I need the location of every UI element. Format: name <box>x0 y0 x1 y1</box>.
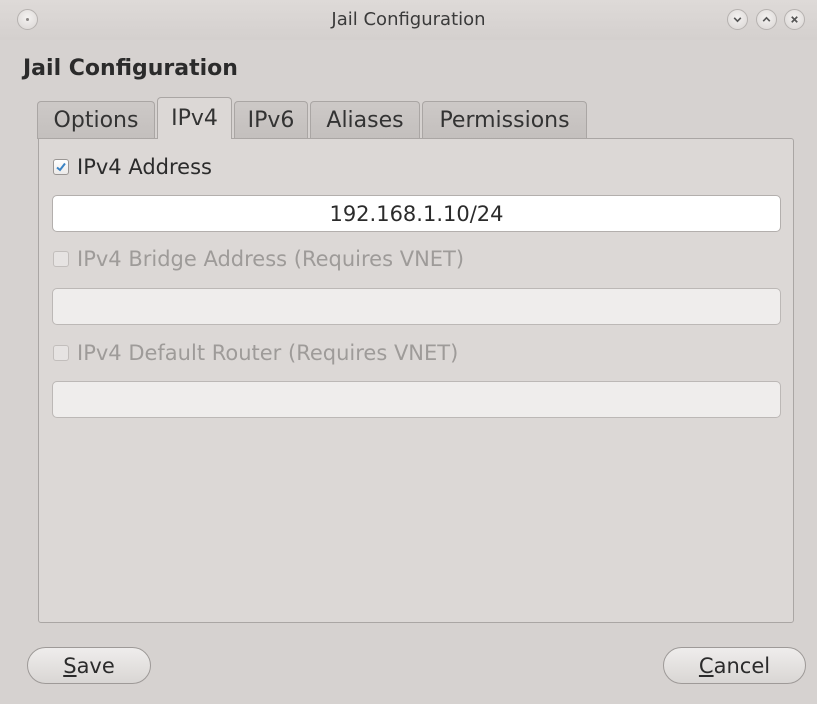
close-icon <box>791 16 798 23</box>
page-title: Jail Configuration <box>23 56 238 81</box>
save-label: ave <box>76 653 115 678</box>
window-title: Jail Configuration <box>331 9 486 30</box>
tab-ipv4[interactable]: IPv4 <box>157 97 232 139</box>
ipv4-address-checkbox-row[interactable]: IPv4 Address <box>53 152 212 182</box>
ipv4-bridge-checkbox[interactable] <box>53 251 69 267</box>
tab-options[interactable]: Options <box>37 101 155 139</box>
chevron-up-icon <box>762 16 771 22</box>
ipv4-address-checkbox[interactable] <box>53 159 69 175</box>
ipv4-router-checkbox-row[interactable]: IPv4 Default Router (Requires VNET) <box>53 338 458 368</box>
tab-ipv6[interactable]: IPv6 <box>234 101 308 139</box>
ipv4-default-router-field[interactable] <box>52 381 781 418</box>
cancel-mnemonic: C <box>698 653 714 678</box>
tab-aliases[interactable]: Aliases <box>310 101 420 139</box>
cancel-label: ancel <box>713 653 771 678</box>
cancel-button[interactable]: Cancel <box>663 647 806 684</box>
save-button[interactable]: Save <box>27 647 151 684</box>
maximize-button[interactable] <box>756 9 777 30</box>
ipv4-bridge-label: IPv4 Bridge Address (Requires VNET) <box>77 247 465 271</box>
close-button[interactable] <box>784 9 805 30</box>
ipv4-bridge-address-field[interactable] <box>52 288 781 325</box>
ipv4-router-label: IPv4 Default Router (Requires VNET) <box>77 341 459 365</box>
tab-permissions[interactable]: Permissions <box>422 101 587 139</box>
checkmark-icon <box>56 162 66 172</box>
ipv4-address-label: IPv4 Address <box>77 155 212 179</box>
ipv4-address-field[interactable] <box>52 195 781 232</box>
save-mnemonic: S <box>63 653 77 678</box>
ipv4-bridge-checkbox-row[interactable]: IPv4 Bridge Address (Requires VNET) <box>53 244 464 274</box>
chevron-down-icon <box>733 17 742 23</box>
jail-configuration-window: Jail Configuration Jail Configuration Op… <box>0 0 817 704</box>
minimize-button[interactable] <box>727 9 748 30</box>
ipv4-router-checkbox[interactable] <box>53 345 69 361</box>
title-bar[interactable]: Jail Configuration <box>0 0 817 40</box>
